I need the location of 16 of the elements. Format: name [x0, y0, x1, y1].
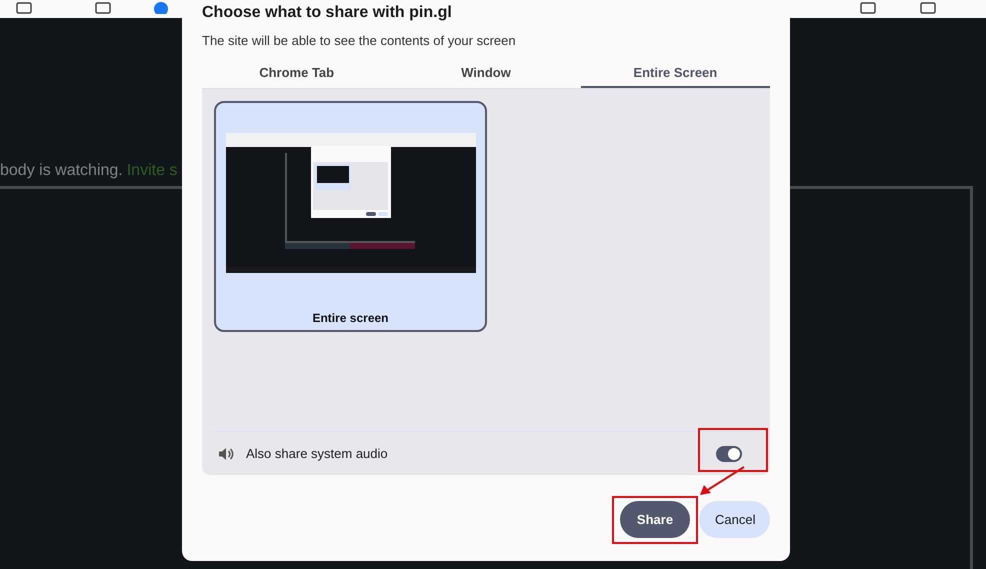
speaker-icon [218, 446, 234, 462]
folder-icon[interactable] [860, 2, 876, 14]
folder-icon[interactable] [95, 2, 111, 14]
audio-label: Also share system audio [246, 446, 389, 461]
tab[interactable]: Window [391, 58, 581, 88]
watching-text: body is watching. [0, 162, 123, 179]
share-button[interactable]: Share [620, 501, 690, 538]
cancel-button[interactable]: Cancel [699, 501, 770, 538]
dialog-subtitle: The site will be able to see the contents of your screen [202, 32, 517, 50]
folder-icon[interactable] [16, 2, 32, 14]
audio-toggle[interactable] [716, 446, 742, 462]
folder-icon[interactable] [920, 2, 936, 14]
tab[interactable]: Chrome Tab [202, 58, 392, 88]
dialog-title: Choose what to share with pin.gl [202, 3, 453, 23]
screen-card[interactable]: Entire screen [214, 101, 487, 332]
highlight-box [698, 428, 768, 472]
